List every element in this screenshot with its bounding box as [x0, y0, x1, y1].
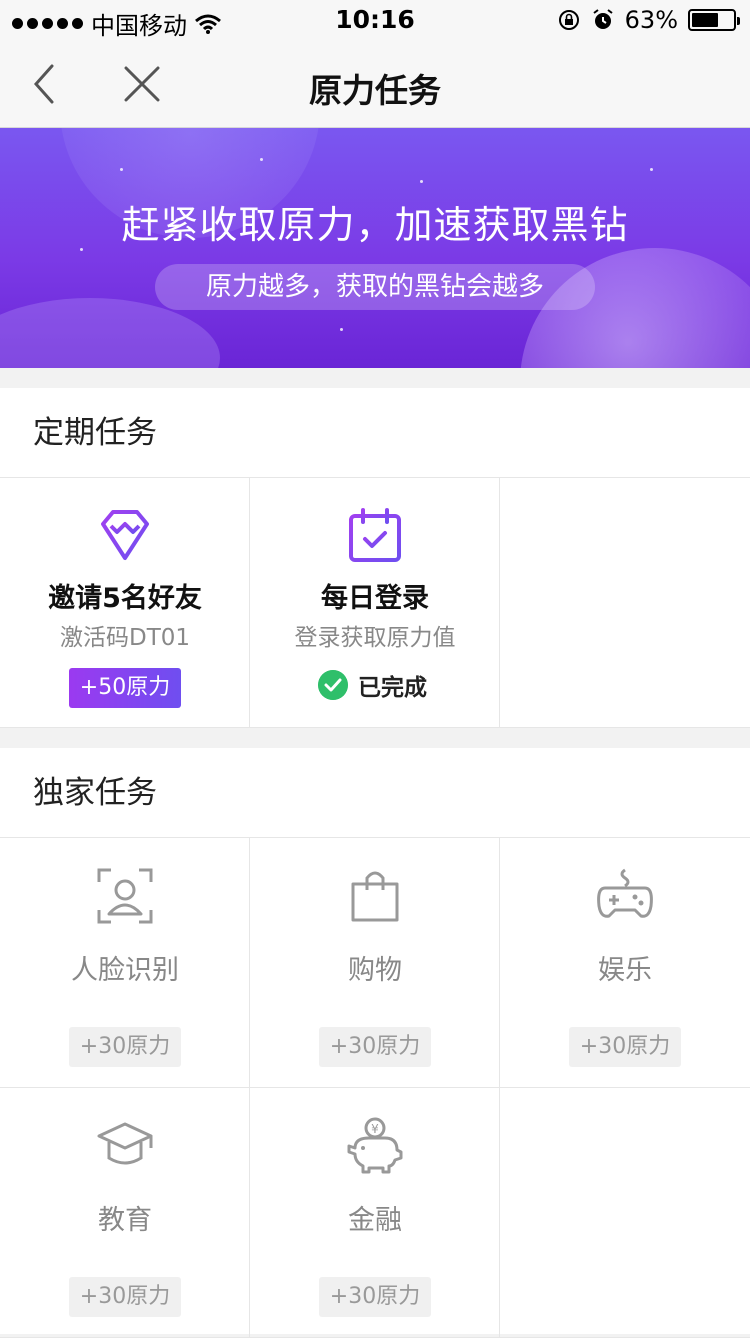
task-invite-friends[interactable]: 邀请5名好友 激活码DT01 +50原力: [0, 478, 250, 728]
completed-status: 已完成: [318, 668, 427, 702]
task-finance[interactable]: ¥ 金融 +30原力: [250, 1088, 500, 1338]
regular-tasks-section: 定期任务 邀请5名好友 激活码DT01 +50原力 每日登录 登录获取原力值 已…: [0, 388, 750, 728]
task-name: 购物: [348, 955, 402, 986]
reward-badge[interactable]: +30原力: [319, 1277, 431, 1317]
reward-badge[interactable]: +30原力: [569, 1027, 681, 1067]
banner-headline: 赶紧收取原力，加速获取黑钻: [121, 203, 629, 247]
status-bar: 中国移动 10:16 63%: [0, 0, 750, 40]
nav-bar: 原力任务: [0, 40, 750, 128]
empty-cell: [500, 478, 750, 728]
exclusive-tasks-section: 独家任务 人脸识别 +30原力 购物 +30原力 娱乐 +30原力 教育 +30…: [0, 748, 750, 1338]
regular-task-grid: 邀请5名好友 激活码DT01 +50原力 每日登录 登录获取原力值 已完成: [0, 478, 750, 728]
battery-percent: 63%: [624, 6, 678, 34]
task-sub: 登录获取原力值: [294, 625, 456, 651]
task-face-recognition[interactable]: 人脸识别 +30原力: [0, 838, 250, 1088]
reward-badge[interactable]: +50原力: [69, 668, 181, 708]
reward-badge[interactable]: +30原力: [69, 1027, 181, 1067]
piggy-bank-icon: ¥: [347, 1117, 403, 1174]
task-daily-login[interactable]: 每日登录 登录获取原力值 已完成: [250, 478, 500, 728]
empty-cell: [500, 1088, 750, 1338]
shopping-bag-icon: [351, 871, 399, 922]
banner-subtitle: 原力越多，获取的黑钻会越多: [155, 264, 595, 310]
exclusive-task-grid: 人脸识别 +30原力 购物 +30原力 娱乐 +30原力 教育 +30原力 ¥ …: [0, 838, 750, 1338]
reward-badge[interactable]: +30原力: [319, 1027, 431, 1067]
svg-text:¥: ¥: [371, 1122, 379, 1136]
section-title: 独家任务: [0, 748, 750, 838]
task-name: 每日登录: [321, 583, 429, 614]
rotation-lock-icon: [558, 10, 579, 30]
diamond-icon: [101, 510, 149, 560]
gamepad-icon: [597, 868, 653, 918]
page-title: 原力任务: [309, 71, 441, 110]
reward-badge[interactable]: +30原力: [69, 1277, 181, 1317]
face-scan-icon: [97, 868, 153, 924]
completed-label: 已完成: [358, 675, 427, 701]
calendar-check-icon: [349, 508, 401, 562]
section-title: 定期任务: [0, 388, 750, 478]
task-sub: 激活码DT01: [59, 625, 191, 651]
alarm-icon: [593, 9, 613, 29]
graduation-cap-icon: [97, 1122, 153, 1165]
task-name: 教育: [98, 1205, 152, 1236]
battery-icon: [688, 9, 740, 31]
task-entertainment[interactable]: 娱乐 +30原力: [500, 838, 750, 1088]
task-name: 金融: [348, 1205, 402, 1236]
status-right: 63%: [557, 6, 740, 34]
task-name: 人脸识别: [71, 955, 179, 986]
banner: 赶紧收取原力，加速获取黑钻 原力越多，获取的黑钻会越多: [0, 128, 750, 368]
task-education[interactable]: 教育 +30原力: [0, 1088, 250, 1338]
task-name: 邀请5名好友: [48, 583, 202, 614]
check-circle-icon: [318, 670, 348, 700]
task-shopping[interactable]: 购物 +30原力: [250, 838, 500, 1088]
task-name: 娱乐: [598, 955, 652, 986]
